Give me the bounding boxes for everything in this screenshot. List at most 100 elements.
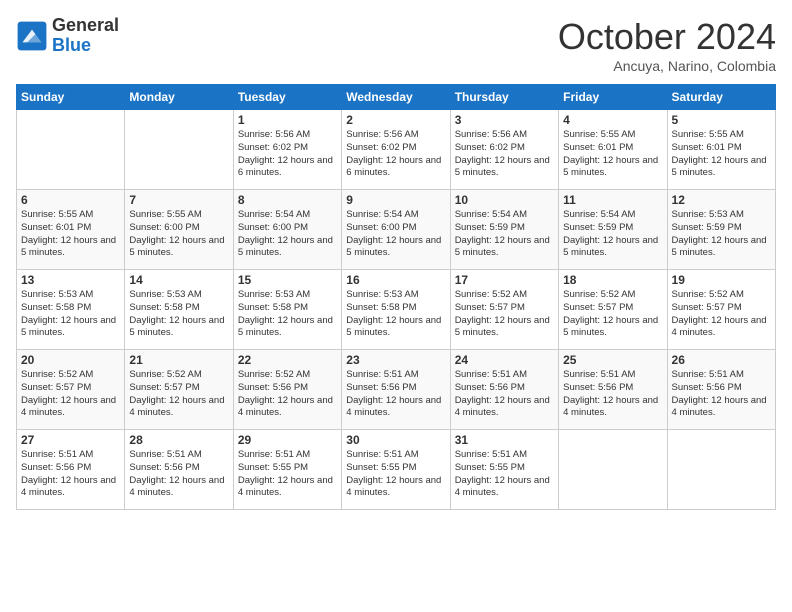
calendar-week-5: 27 Sunrise: 5:51 AM Sunset: 5:56 PM Dayli… (17, 430, 776, 510)
day-number: 8 (238, 193, 337, 207)
day-info: Sunrise: 5:55 AM Sunset: 6:01 PM Dayligh… (563, 129, 662, 180)
calendar-cell: 21 Sunrise: 5:52 AM Sunset: 5:57 PM Dayli… (125, 350, 233, 430)
day-info: Sunrise: 5:51 AM Sunset: 5:56 PM Dayligh… (563, 369, 662, 420)
day-number: 16 (346, 273, 445, 287)
calendar-cell: 19 Sunrise: 5:52 AM Sunset: 5:57 PM Dayli… (667, 270, 775, 350)
day-number: 5 (672, 113, 771, 127)
day-number: 1 (238, 113, 337, 127)
calendar-cell (125, 110, 233, 190)
day-number: 30 (346, 433, 445, 447)
calendar-cell: 24Sunrise: 5:51 AM Sunset: 5:56 PM Dayli… (450, 350, 558, 430)
calendar-week-4: 20 Sunrise: 5:52 AM Sunset: 5:57 PM Dayli… (17, 350, 776, 430)
calendar-cell: 14Sunrise: 5:53 AM Sunset: 5:58 PM Dayli… (125, 270, 233, 350)
day-info: Sunrise: 5:51 AM Sunset: 5:56 PM Dayligh… (129, 449, 228, 500)
day-number: 14 (129, 273, 228, 287)
logo: General Blue (16, 16, 119, 56)
calendar-cell: 4 Sunrise: 5:55 AM Sunset: 6:01 PM Daylig… (559, 110, 667, 190)
calendar-cell (17, 110, 125, 190)
calendar-cell: 16Sunrise: 5:53 AM Sunset: 5:58 PM Dayli… (342, 270, 450, 350)
weekday-header-sunday: Sunday (17, 85, 125, 110)
calendar-cell: 15 Sunrise: 5:53 AM Sunset: 5:58 PM Dayli… (233, 270, 341, 350)
weekday-header-tuesday: Tuesday (233, 85, 341, 110)
calendar-cell: 27 Sunrise: 5:51 AM Sunset: 5:56 PM Dayli… (17, 430, 125, 510)
day-number: 7 (129, 193, 228, 207)
calendar-cell: 18Sunrise: 5:52 AM Sunset: 5:57 PM Dayli… (559, 270, 667, 350)
calendar-cell (667, 430, 775, 510)
day-number: 4 (563, 113, 662, 127)
weekday-header-wednesday: Wednesday (342, 85, 450, 110)
calendar-cell: 7Sunrise: 5:55 AM Sunset: 6:00 PM Daylig… (125, 190, 233, 270)
calendar-cell: 13 Sunrise: 5:53 AM Sunset: 5:58 PM Dayli… (17, 270, 125, 350)
day-info: Sunrise: 5:54 AM Sunset: 5:59 PM Dayligh… (563, 209, 662, 260)
calendar-cell: 26 Sunrise: 5:51 AM Sunset: 5:56 PM Dayli… (667, 350, 775, 430)
weekday-header-friday: Friday (559, 85, 667, 110)
day-info: Sunrise: 5:53 AM Sunset: 5:58 PM Dayligh… (21, 289, 120, 340)
calendar-cell: 10 Sunrise: 5:54 AM Sunset: 5:59 PM Dayli… (450, 190, 558, 270)
calendar-cell: 11 Sunrise: 5:54 AM Sunset: 5:59 PM Dayli… (559, 190, 667, 270)
day-number: 20 (21, 353, 120, 367)
weekday-header-thursday: Thursday (450, 85, 558, 110)
logo-icon (16, 20, 48, 52)
day-number: 29 (238, 433, 337, 447)
day-number: 9 (346, 193, 445, 207)
day-number: 10 (455, 193, 554, 207)
day-number: 2 (346, 113, 445, 127)
day-number: 13 (21, 273, 120, 287)
day-info: Sunrise: 5:54 AM Sunset: 6:00 PM Dayligh… (346, 209, 445, 260)
day-info: Sunrise: 5:51 AM Sunset: 5:56 PM Dayligh… (672, 369, 771, 420)
calendar-table: SundayMondayTuesdayWednesdayThursdayFrid… (16, 84, 776, 510)
day-info: Sunrise: 5:52 AM Sunset: 5:57 PM Dayligh… (672, 289, 771, 340)
day-number: 23 (346, 353, 445, 367)
day-info: Sunrise: 5:51 AM Sunset: 5:55 PM Dayligh… (455, 449, 554, 500)
day-info: Sunrise: 5:53 AM Sunset: 5:58 PM Dayligh… (238, 289, 337, 340)
calendar-week-2: 6Sunrise: 5:55 AM Sunset: 6:01 PM Daylig… (17, 190, 776, 270)
calendar-cell: 31 Sunrise: 5:51 AM Sunset: 5:55 PM Dayli… (450, 430, 558, 510)
page-header: General Blue October 2024 Ancuya, Narino… (16, 16, 776, 74)
day-number: 15 (238, 273, 337, 287)
day-info: Sunrise: 5:51 AM Sunset: 5:56 PM Dayligh… (455, 369, 554, 420)
day-info: Sunrise: 5:51 AM Sunset: 5:55 PM Dayligh… (346, 449, 445, 500)
day-info: Sunrise: 5:51 AM Sunset: 5:55 PM Dayligh… (238, 449, 337, 500)
day-number: 11 (563, 193, 662, 207)
weekday-header-monday: Monday (125, 85, 233, 110)
day-info: Sunrise: 5:52 AM Sunset: 5:57 PM Dayligh… (129, 369, 228, 420)
calendar-cell: 28Sunrise: 5:51 AM Sunset: 5:56 PM Dayli… (125, 430, 233, 510)
day-info: Sunrise: 5:51 AM Sunset: 5:56 PM Dayligh… (21, 449, 120, 500)
logo-line1: General (52, 16, 119, 36)
day-info: Sunrise: 5:56 AM Sunset: 6:02 PM Dayligh… (238, 129, 337, 180)
calendar-cell: 12Sunrise: 5:53 AM Sunset: 5:59 PM Dayli… (667, 190, 775, 270)
weekday-header-row: SundayMondayTuesdayWednesdayThursdayFrid… (17, 85, 776, 110)
day-number: 31 (455, 433, 554, 447)
day-info: Sunrise: 5:56 AM Sunset: 6:02 PM Dayligh… (346, 129, 445, 180)
calendar-cell: 17Sunrise: 5:52 AM Sunset: 5:57 PM Dayli… (450, 270, 558, 350)
day-info: Sunrise: 5:52 AM Sunset: 5:57 PM Dayligh… (455, 289, 554, 340)
day-info: Sunrise: 5:52 AM Sunset: 5:57 PM Dayligh… (21, 369, 120, 420)
calendar-cell: 2 Sunrise: 5:56 AM Sunset: 6:02 PM Daylig… (342, 110, 450, 190)
calendar-cell: 5 Sunrise: 5:55 AM Sunset: 6:01 PM Daylig… (667, 110, 775, 190)
calendar-cell: 29 Sunrise: 5:51 AM Sunset: 5:55 PM Dayli… (233, 430, 341, 510)
calendar-cell: 30 Sunrise: 5:51 AM Sunset: 5:55 PM Dayli… (342, 430, 450, 510)
weekday-header-saturday: Saturday (667, 85, 775, 110)
calendar-cell: 20 Sunrise: 5:52 AM Sunset: 5:57 PM Dayli… (17, 350, 125, 430)
day-number: 19 (672, 273, 771, 287)
day-info: Sunrise: 5:55 AM Sunset: 6:01 PM Dayligh… (672, 129, 771, 180)
day-info: Sunrise: 5:52 AM Sunset: 5:57 PM Dayligh… (563, 289, 662, 340)
calendar-cell (559, 430, 667, 510)
day-number: 6 (21, 193, 120, 207)
day-number: 12 (672, 193, 771, 207)
day-number: 26 (672, 353, 771, 367)
day-number: 22 (238, 353, 337, 367)
day-number: 21 (129, 353, 228, 367)
calendar-cell: 6Sunrise: 5:55 AM Sunset: 6:01 PM Daylig… (17, 190, 125, 270)
logo-line2: Blue (52, 36, 119, 56)
calendar-cell: 9 Sunrise: 5:54 AM Sunset: 6:00 PM Daylig… (342, 190, 450, 270)
location-subtitle: Ancuya, Narino, Colombia (558, 58, 776, 74)
day-number: 27 (21, 433, 120, 447)
calendar-cell: 1 Sunrise: 5:56 AM Sunset: 6:02 PM Daylig… (233, 110, 341, 190)
calendar-cell: 8Sunrise: 5:54 AM Sunset: 6:00 PM Daylig… (233, 190, 341, 270)
title-block: October 2024 Ancuya, Narino, Colombia (558, 16, 776, 74)
calendar-cell: 3Sunrise: 5:56 AM Sunset: 6:02 PM Daylig… (450, 110, 558, 190)
day-number: 3 (455, 113, 554, 127)
calendar-cell: 22Sunrise: 5:52 AM Sunset: 5:56 PM Dayli… (233, 350, 341, 430)
day-info: Sunrise: 5:54 AM Sunset: 5:59 PM Dayligh… (455, 209, 554, 260)
